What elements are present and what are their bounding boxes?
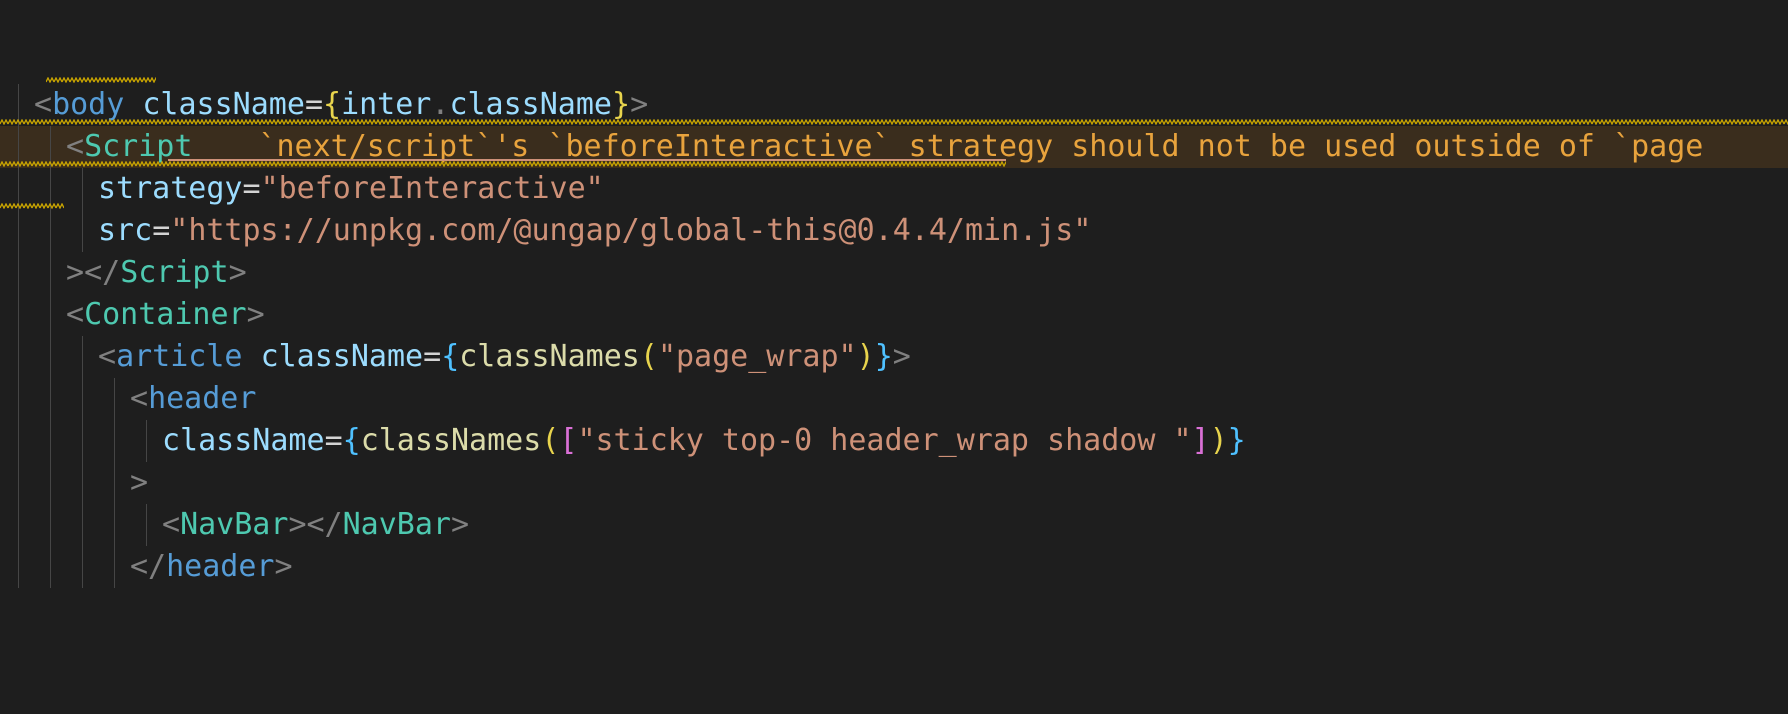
code-token: NavBar <box>342 507 451 542</box>
code-token: > <box>288 507 307 542</box>
code-text: <Container> <box>0 294 265 336</box>
code-token: = <box>152 213 171 248</box>
code-token: < <box>66 297 85 332</box>
code-token: > <box>892 339 911 374</box>
code-token: body <box>52 87 125 122</box>
code-token: "page_wrap" <box>657 339 857 374</box>
code-token: ( <box>541 423 560 458</box>
code-token: > <box>130 465 149 500</box>
code-token: > <box>274 549 293 584</box>
code-line[interactable]: <article className={classNames("page_wra… <box>0 336 1788 378</box>
code-token: = <box>423 339 442 374</box>
code-token: className <box>449 87 612 122</box>
code-line[interactable]: <NavBar></NavBar> <box>0 504 1788 546</box>
code-token: " <box>170 213 189 248</box>
code-token: < <box>34 87 53 122</box>
code-token: inter <box>341 87 432 122</box>
code-token: className <box>260 339 424 374</box>
code-text: className={classNames(["sticky top-0 hea… <box>0 420 1246 462</box>
code-token: "beforeInteractive" <box>260 171 604 206</box>
code-token: > <box>228 255 247 290</box>
code-token: { <box>342 423 361 458</box>
code-token: > <box>630 87 649 122</box>
code-text: src="https://unpkg.com/@ungap/global-thi… <box>0 210 1091 252</box>
code-token: } <box>612 87 631 122</box>
code-token: classNames <box>360 423 542 458</box>
code-token: < <box>162 507 181 542</box>
code-token: { <box>441 339 460 374</box>
link-underline <box>168 159 1006 161</box>
code-token: className <box>162 423 325 458</box>
code-text: strategy="beforeInteractive" <box>0 168 604 210</box>
code-token: className <box>142 87 305 122</box>
code-token: ( <box>639 339 658 374</box>
code-token: } <box>1227 423 1246 458</box>
code-editor-viewport[interactable]: <body className={inter.className}> <Scrip… <box>0 0 1788 588</box>
code-token: ] <box>1191 423 1210 458</box>
code-token: > <box>246 297 265 332</box>
warning-squiggle <box>46 77 156 83</box>
code-line[interactable]: strategy="beforeInteractive" <box>0 168 1788 210</box>
code-text: ></Script> <box>0 252 247 294</box>
code-token: > <box>66 255 85 290</box>
code-text: <NavBar></NavBar> <box>0 504 469 546</box>
code-token: > <box>451 507 470 542</box>
code-line[interactable]: ></Script> <box>0 252 1788 294</box>
code-token: = <box>242 171 261 206</box>
code-line[interactable]: <header <box>0 378 1788 420</box>
code-token: " <box>1073 213 1092 248</box>
code-token: = <box>304 87 323 122</box>
warning-squiggle <box>0 161 1006 167</box>
code-token: strategy <box>98 171 243 206</box>
code-token: ) <box>1209 423 1228 458</box>
code-token: = <box>324 423 343 458</box>
code-line[interactable]: className={classNames(["sticky top-0 hea… <box>0 420 1788 462</box>
code-token: NavBar <box>180 507 289 542</box>
code-token: ) <box>856 339 875 374</box>
code-line[interactable]: > <box>0 462 1788 504</box>
code-token: Script <box>120 255 229 290</box>
code-line[interactable]: src="https://unpkg.com/@ungap/global-thi… <box>0 210 1788 252</box>
code-token: </ <box>130 549 167 584</box>
code-token: < <box>130 381 149 416</box>
code-token: Container <box>84 297 247 332</box>
code-text: > <box>0 462 148 504</box>
code-token: article <box>116 339 243 374</box>
code-token: </ <box>306 507 343 542</box>
code-token: } <box>874 339 893 374</box>
code-token: header <box>166 549 275 584</box>
code-text: <header <box>0 378 256 420</box>
code-token: { <box>323 87 342 122</box>
warning-squiggle <box>0 203 64 209</box>
code-token: "sticky top-0 header_wrap shadow " <box>577 423 1192 458</box>
code-token: header <box>148 381 257 416</box>
code-token: . <box>431 87 450 122</box>
code-token: </ <box>84 255 121 290</box>
code-token: classNames <box>459 339 640 374</box>
code-line[interactable]: <Container> <box>0 294 1788 336</box>
code-token: < <box>98 339 117 374</box>
code-token[interactable]: https://unpkg.com/@ungap/global-this@0.4… <box>188 213 1073 248</box>
warning-squiggle <box>0 119 1788 125</box>
code-token: src <box>98 213 153 248</box>
code-token: < <box>66 129 85 164</box>
code-token: [ <box>559 423 578 458</box>
code-text: <article className={classNames("page_wra… <box>0 336 911 378</box>
